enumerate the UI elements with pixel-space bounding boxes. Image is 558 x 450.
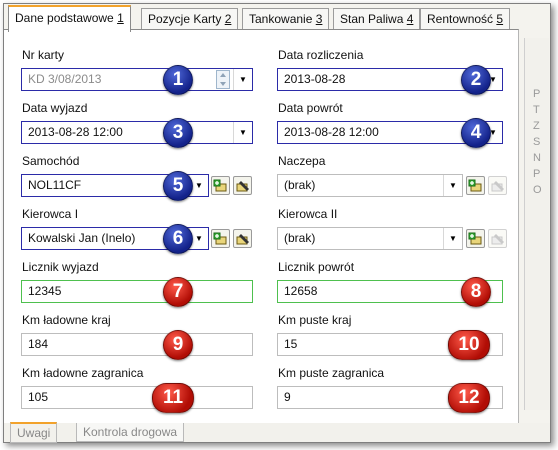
- tab-label: Rentowność: [427, 12, 494, 26]
- edit-vehicle-button[interactable]: [233, 176, 252, 195]
- tab-label: Pozycje Karty: [148, 12, 222, 26]
- tab-rentownosc[interactable]: Rentowność 5: [420, 8, 511, 30]
- side-panel-letters: P T Z S N P O: [533, 86, 545, 198]
- callout-badge-2: 2: [461, 65, 491, 95]
- callout-badge-7: 7: [163, 277, 193, 307]
- tab-strip: Dane podstawowe 1 Pozycje Karty 2 Tankow…: [4, 4, 550, 32]
- km-ladowne-kraj-label: Km ładowne kraj: [22, 313, 111, 327]
- tab-shortcut: 4: [406, 12, 414, 26]
- kierowca1-label: Kierowca I: [22, 207, 79, 221]
- km-ladowne-zagranica-label: Km ładowne zagranica: [22, 366, 144, 380]
- side-letter: P: [533, 88, 541, 100]
- add-driver-button[interactable]: [211, 229, 230, 248]
- tab-kontrola-drogowa[interactable]: Kontrola drogowa: [76, 423, 185, 442]
- kierowca2-label: Kierowca II: [278, 207, 338, 221]
- side-letter: P: [533, 168, 541, 180]
- card-window: Dane podstawowe 1 Pozycje Karty 2 Tankow…: [3, 3, 551, 443]
- edit-icon: [236, 181, 249, 192]
- callout-badge-9: 9: [163, 330, 193, 360]
- edit-driver2-button[interactable]: [488, 229, 507, 248]
- km-ladowne-zagranica-value: 105: [28, 390, 49, 404]
- tab-shortcut: 2: [224, 12, 232, 26]
- tab-label: Stan Paliwa: [340, 12, 404, 26]
- tab-pozycje-karty[interactable]: Pozycje Karty 2: [141, 8, 239, 30]
- chevron-down-icon[interactable]: ▼: [233, 69, 252, 90]
- km-ladowne-zagranica-field[interactable]: 105: [21, 386, 253, 409]
- callout-badge-8: 8: [461, 277, 491, 307]
- form-panel: Nr karty KD 3/08/2013 ▼ 1 Data rozliczen…: [4, 29, 519, 424]
- callout-badge-1: 1: [163, 65, 193, 95]
- tab-shortcut: 5: [496, 12, 504, 26]
- km-ladowne-kraj-field[interactable]: 184: [21, 333, 253, 356]
- data-wyjazd-label: Data wyjazd: [22, 101, 88, 115]
- side-letter: T: [533, 104, 540, 116]
- nr-karty-value: KD 3/08/2013: [28, 72, 102, 86]
- edit-trailer-button[interactable]: [488, 176, 507, 195]
- licznik-powrot-label: Licznik powrót: [278, 260, 355, 274]
- data-powrot-value: 2013-08-28 12:00: [284, 125, 379, 139]
- nr-karty-spinner[interactable]: [216, 70, 230, 89]
- samochod-value: NOL11CF: [28, 178, 82, 192]
- chevron-down-icon[interactable]: ▼: [443, 228, 462, 249]
- side-letter: N: [533, 152, 541, 164]
- chevron-down-icon[interactable]: ▼: [233, 122, 252, 143]
- side-panel: P T Z S N P O: [524, 38, 549, 410]
- data-wyjazd-field[interactable]: 2013-08-28 12:00 ▼: [21, 121, 253, 144]
- add-icon: [468, 232, 482, 245]
- km-puste-kraj-label: Km puste kraj: [278, 313, 352, 327]
- side-letter: S: [533, 136, 541, 148]
- km-puste-zagranica-value: 9: [284, 390, 291, 404]
- callout-badge-10: 10: [448, 330, 490, 360]
- km-puste-zagranica-label: Km puste zagranica: [278, 366, 385, 380]
- data-rozliczenia-label: Data rozliczenia: [278, 48, 364, 62]
- nr-karty-field[interactable]: KD 3/08/2013 ▼: [21, 68, 253, 91]
- callout-badge-6: 6: [163, 224, 193, 254]
- callout-badge-5: 5: [163, 171, 193, 201]
- kierowca1-value: Kowalski Jan (Inelo): [28, 231, 136, 245]
- add-icon: [213, 179, 227, 192]
- chevron-down-icon[interactable]: ▼: [443, 175, 462, 196]
- callout-badge-12: 12: [448, 383, 490, 413]
- naczepa-value: (brak): [284, 178, 316, 192]
- edit-icon: [236, 234, 249, 245]
- callout-badge-3: 3: [163, 118, 193, 148]
- tab-label: Tankowanie: [249, 12, 313, 26]
- naczepa-label: Naczepa: [278, 154, 326, 168]
- nr-karty-label: Nr karty: [22, 48, 64, 62]
- side-letter: O: [533, 184, 542, 196]
- data-powrot-label: Data powrót: [278, 101, 343, 115]
- tab-label: Dane podstawowe: [15, 11, 114, 25]
- tab-uwagi[interactable]: Uwagi: [10, 422, 58, 443]
- tab-shortcut: 3: [315, 12, 323, 26]
- side-letter: Z: [533, 120, 540, 132]
- edit-driver-button[interactable]: [233, 229, 252, 248]
- add-icon: [468, 179, 482, 192]
- naczepa-field[interactable]: (brak) ▼: [277, 174, 463, 197]
- tab-tankowanie[interactable]: Tankowanie 3: [242, 8, 330, 30]
- tab-dane-podstawowe[interactable]: Dane podstawowe 1: [8, 5, 131, 32]
- add-driver2-button[interactable]: [466, 229, 485, 248]
- add-trailer-button[interactable]: [466, 176, 485, 195]
- licznik-wyjazd-field[interactable]: 12345: [21, 280, 253, 303]
- kierowca2-value: (brak): [284, 231, 316, 245]
- data-rozliczenia-value: 2013-08-28: [284, 72, 346, 86]
- licznik-wyjazd-value: 12345: [28, 284, 62, 298]
- bottom-tab-strip: Uwagi Kontrola drogowa: [4, 422, 550, 443]
- edit-icon: [491, 234, 504, 245]
- kierowca2-field[interactable]: (brak) ▼: [277, 227, 463, 250]
- licznik-powrot-value: 12658: [284, 284, 318, 298]
- km-puste-kraj-value: 15: [284, 337, 298, 351]
- tab-stan-paliwa[interactable]: Stan Paliwa 4: [333, 8, 421, 30]
- tab-shortcut: 1: [117, 11, 124, 25]
- samochod-label: Samochód: [22, 154, 80, 168]
- data-wyjazd-value: 2013-08-28 12:00: [28, 125, 123, 139]
- add-icon: [213, 232, 227, 245]
- edit-icon: [491, 181, 504, 192]
- callout-badge-11: 11: [152, 383, 194, 413]
- add-vehicle-button[interactable]: [211, 176, 230, 195]
- callout-badge-4: 4: [461, 118, 491, 148]
- licznik-wyjazd-label: Licznik wyjazd: [22, 260, 99, 274]
- km-ladowne-kraj-value: 184: [28, 337, 49, 351]
